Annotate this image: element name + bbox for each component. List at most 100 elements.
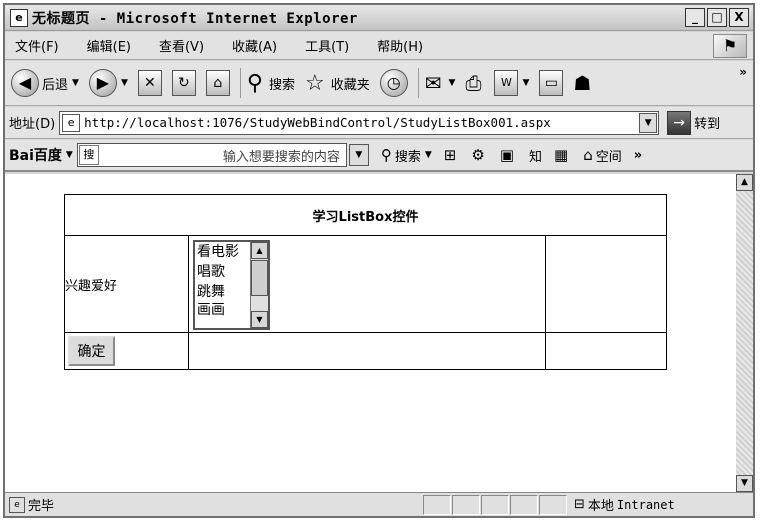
intranet-icon: ⊟ <box>574 497 585 512</box>
baidu-search-mode-icon[interactable]: 搜 <box>78 145 99 165</box>
forward-button[interactable]: ▶ ▼ <box>88 69 128 97</box>
form-table: 学习ListBox控件 兴趣爱好 看电影 唱歌 跳舞 画画 ▲ ▼ 确定 <box>64 194 667 370</box>
page-content: 学习ListBox控件 兴趣爱好 看电影 唱歌 跳舞 画画 ▲ ▼ 确定 <box>5 174 736 492</box>
menu-bar: 文件(F) 编辑(E) 查看(V) 收藏(A) 工具(T) 帮助(H) ⚑ <box>5 32 753 60</box>
zone-label: 本地 <box>587 499 614 514</box>
zone-name: Intranet <box>616 497 675 512</box>
page-scroll-down-icon[interactable]: ▼ <box>736 475 753 492</box>
menu-help[interactable]: 帮助(H) <box>377 36 423 55</box>
minimize-button[interactable]: _ <box>685 8 705 27</box>
home-button[interactable]: ⌂ <box>205 70 230 96</box>
title-bar: e 无标题页 - Microsoft Internet Explorer _ □… <box>5 5 753 31</box>
baidu-search-label: 搜索 <box>394 149 421 165</box>
search-button[interactable]: ⚲ 搜索 <box>247 71 295 96</box>
maximize-button[interactable]: □ <box>707 8 727 27</box>
page-heading: 学习ListBox控件 <box>64 194 667 236</box>
forward-dropdown-icon[interactable]: ▼ <box>121 78 128 88</box>
baidu-chevron-icon[interactable]: » <box>634 148 642 163</box>
edit-button[interactable]: W ▼ <box>494 70 529 96</box>
address-input[interactable]: e http://localhost:1076/StudyWebBindCont… <box>59 110 660 135</box>
refresh-icon: ↻ <box>171 70 196 96</box>
baidu-know-button[interactable]: 知 <box>529 146 542 165</box>
forward-arrow-icon: ▶ <box>88 69 117 97</box>
go-arrow-icon: → <box>667 110 692 135</box>
printer-icon: ⎙ <box>465 71 482 95</box>
empty-cell <box>545 332 667 370</box>
standard-toolbar: ◀ 后退 ▼ ▶ ▼ ✕ ↻ ⌂ ⚲ 搜索 ☆ 收藏夹 ◷ ✉ ▼ ⎙ W ▼ … <box>5 61 753 106</box>
baidu-search-dropdown-icon[interactable]: ▼ <box>425 150 432 160</box>
go-label: 转到 <box>694 117 721 132</box>
baidu-toolbar: Bai百度 ▼ 搜 输入想要搜索的内容 ▼ ⚲ 搜索 ▼ ⊞ ⚙ ▣ 知 ▦ ⌂… <box>5 140 753 172</box>
menu-tools[interactable]: 工具(T) <box>305 36 349 55</box>
page-icon: e <box>62 113 81 132</box>
mail-button[interactable]: ✉ ▼ <box>425 71 456 95</box>
scroll-thumb[interactable] <box>251 260 268 296</box>
page-done-icon: e <box>9 496 25 513</box>
menu-file[interactable]: 文件(F) <box>15 36 59 55</box>
toolbar-separator <box>239 68 241 98</box>
word-icon: W <box>494 70 519 96</box>
go-button[interactable]: → 转到 <box>667 110 721 135</box>
security-zone: ⊟ 本地 Intranet <box>574 495 675 514</box>
baidu-gift-button[interactable]: ⊞ <box>444 146 460 164</box>
button-cell: 确定 <box>64 332 189 370</box>
window-title: 无标题页 - Microsoft Internet Explorer <box>32 10 358 27</box>
status-bar: e 完毕 ⊟ 本地 Intranet <box>5 492 753 516</box>
menu-favorites[interactable]: 收藏(A) <box>232 36 277 55</box>
stop-button[interactable]: ✕ <box>137 70 162 96</box>
empty-cell <box>188 332 546 370</box>
address-dropdown-icon[interactable]: ▼ <box>639 112 658 133</box>
address-bar: 地址(D) e http://localhost:1076/StudyWebBi… <box>5 107 753 139</box>
mail-icon: ✉ <box>424 71 442 95</box>
back-arrow-icon: ◀ <box>11 69 39 97</box>
scroll-up-icon[interactable]: ▲ <box>251 242 268 259</box>
baidu-logo[interactable]: Bai百度 <box>9 145 62 165</box>
back-button[interactable]: ◀ 后退 ▼ <box>11 69 79 97</box>
messenger-button[interactable]: ☗ <box>573 71 594 95</box>
baidu-search-input[interactable]: 搜 输入想要搜索的内容 <box>76 143 347 167</box>
ie-window: e 无标题页 - Microsoft Internet Explorer _ □… <box>3 3 755 518</box>
edit-dropdown-icon[interactable]: ▼ <box>522 78 529 88</box>
search-label: 搜索 <box>268 77 295 93</box>
refresh-button[interactable]: ↻ <box>171 70 196 96</box>
address-label: 地址(D) <box>9 117 56 132</box>
listbox-scrollbar[interactable]: ▲ ▼ <box>250 242 268 328</box>
baidu-search-button[interactable]: ⚲ 搜索 ▼ <box>381 146 432 165</box>
toolbar-chevron-icon[interactable]: » <box>739 65 747 79</box>
grid-icon: ▦ <box>554 146 569 164</box>
baidu-space-button[interactable]: ⌂ 空间 <box>583 146 622 165</box>
address-url[interactable]: http://localhost:1076/StudyWebBindContro… <box>84 115 551 130</box>
status-pane <box>510 494 538 515</box>
menu-edit[interactable]: 编辑(E) <box>87 36 131 55</box>
baidu-grid-button[interactable]: ▦ <box>554 146 571 164</box>
listbox-cell: 看电影 唱歌 跳舞 画画 ▲ ▼ <box>188 235 546 333</box>
close-button[interactable]: X <box>729 8 749 27</box>
status-pane <box>452 494 480 515</box>
tool-icon: ⚙ <box>471 146 485 164</box>
history-button[interactable]: ◷ <box>379 69 408 97</box>
mail-dropdown-icon[interactable]: ▼ <box>449 78 456 88</box>
page-scrollbar[interactable]: ▲ ▼ <box>736 174 753 492</box>
baidu-history-dropdown-icon[interactable]: ▼ <box>348 144 369 166</box>
back-dropdown-icon[interactable]: ▼ <box>72 78 79 88</box>
print-button[interactable]: ⎙ <box>465 71 484 95</box>
menu-view[interactable]: 查看(V) <box>159 36 204 55</box>
gift-icon: ⊞ <box>443 146 457 164</box>
baidu-tool-button[interactable]: ⚙ <box>471 146 487 164</box>
hobby-listbox[interactable]: 看电影 唱歌 跳舞 画画 ▲ ▼ <box>193 240 270 330</box>
page-scroll-up-icon[interactable]: ▲ <box>736 174 753 191</box>
baidu-image-button[interactable]: ▣ <box>500 146 517 164</box>
stop-icon: ✕ <box>137 70 162 96</box>
favorites-button[interactable]: ☆ 收藏夹 <box>305 71 370 96</box>
discuss-button[interactable]: ▭ <box>539 70 564 96</box>
empty-cell <box>545 235 667 333</box>
baidu-menu-dropdown-icon[interactable]: ▼ <box>66 150 73 160</box>
home-icon: ⌂ <box>583 146 593 164</box>
magnifier-icon: ⚲ <box>246 70 263 96</box>
magnifier-icon: ⚲ <box>380 146 392 164</box>
hobby-label: 兴趣爱好 <box>64 235 189 333</box>
scroll-down-icon[interactable]: ▼ <box>251 311 268 328</box>
ok-button[interactable]: 确定 <box>68 336 115 366</box>
toolbar-separator <box>417 68 419 98</box>
home-icon: ⌂ <box>205 70 230 96</box>
